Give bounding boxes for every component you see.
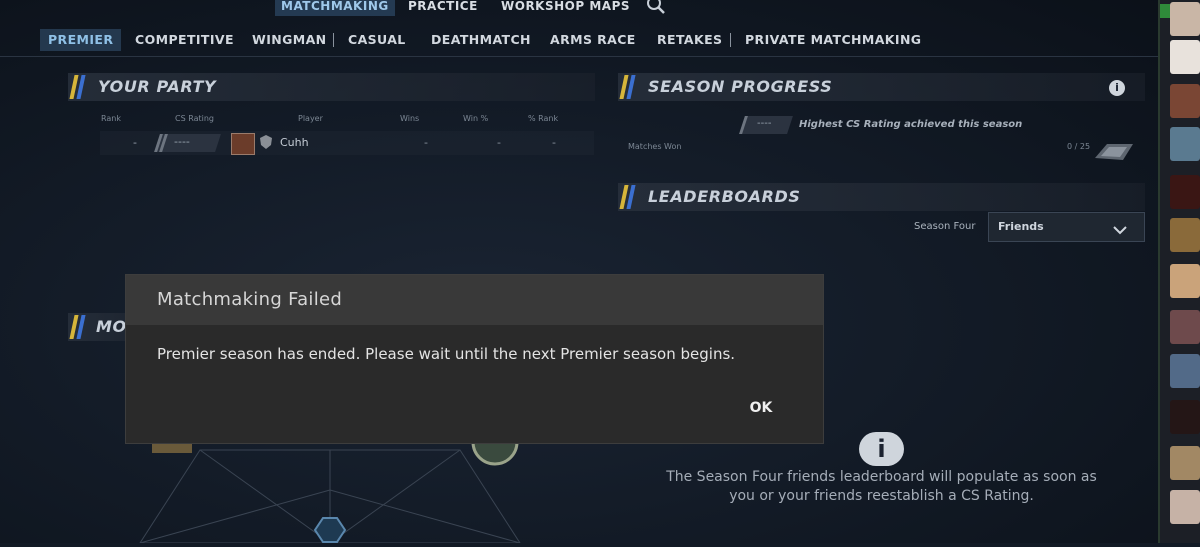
chevron-down-icon bbox=[1112, 221, 1128, 235]
avatar[interactable] bbox=[1170, 127, 1200, 161]
party-header: YOUR PARTY bbox=[68, 73, 595, 101]
info-line-1: The Season Four friends leaderboard will… bbox=[666, 469, 1097, 485]
col-player: Player bbox=[298, 114, 323, 123]
tab-casual[interactable]: CASUAL bbox=[348, 29, 406, 51]
tab-retakes[interactable]: RETAKES bbox=[657, 29, 722, 51]
avatar[interactable] bbox=[1170, 84, 1200, 118]
avatar[interactable] bbox=[1170, 175, 1200, 209]
dialog-header: Matchmaking Failed bbox=[126, 275, 823, 325]
rank-emblem-icon bbox=[259, 134, 273, 150]
tab-matchmaking[interactable]: MATCHMAKING bbox=[275, 0, 395, 16]
tab-competitive[interactable]: COMPETITIVE bbox=[135, 29, 234, 51]
party-win-pct: - bbox=[497, 136, 501, 149]
tab-arms-race[interactable]: ARMS RACE bbox=[550, 29, 636, 51]
info-icon: i bbox=[859, 432, 904, 466]
matches-won-label: Matches Won bbox=[628, 142, 682, 151]
maps-title: MO bbox=[96, 317, 127, 336]
avatar[interactable] bbox=[1170, 446, 1200, 480]
avatar[interactable] bbox=[1170, 264, 1200, 298]
player-name: Cuhh bbox=[280, 136, 309, 149]
divider bbox=[0, 56, 1160, 57]
avatar[interactable] bbox=[1170, 40, 1200, 74]
info-icon[interactable]: i bbox=[1109, 80, 1125, 96]
avatar[interactable] bbox=[1170, 490, 1200, 524]
info-line-2: you or your friends reestablish a CS Rat… bbox=[729, 488, 1034, 504]
season-header: SEASON PROGRESS i bbox=[618, 73, 1145, 101]
tab-practice[interactable]: PRACTICE bbox=[408, 0, 478, 16]
ok-button[interactable]: OK bbox=[731, 393, 791, 423]
divider bbox=[333, 33, 334, 47]
premier-emblem-icon bbox=[1093, 138, 1137, 166]
leaderboards-header: LEADERBOARDS bbox=[618, 183, 1145, 211]
party-title: YOUR PARTY bbox=[98, 77, 217, 96]
dialog-message: Premier season has ended. Please wait un… bbox=[157, 345, 736, 363]
tab-wingman[interactable]: WINGMAN bbox=[252, 29, 327, 51]
map-radar-chart bbox=[130, 418, 600, 544]
leaderboards-title: LEADERBOARDS bbox=[648, 187, 801, 206]
avatar[interactable] bbox=[1170, 2, 1200, 36]
avatar[interactable] bbox=[231, 133, 255, 155]
col-wins: Wins bbox=[400, 114, 420, 123]
status-indicator bbox=[1160, 4, 1170, 18]
leaderboard-empty-message: The Season Four friends leaderboard will… bbox=[618, 468, 1145, 506]
matchmaking-failed-dialog: Matchmaking Failed Premier season has en… bbox=[125, 274, 824, 444]
search-icon[interactable] bbox=[645, 0, 667, 14]
season-label: Season Four bbox=[914, 221, 976, 232]
avatar[interactable] bbox=[1170, 400, 1200, 434]
season-rating-value: ---- bbox=[757, 118, 772, 129]
avatar[interactable] bbox=[1170, 354, 1200, 388]
friends-strip bbox=[1160, 0, 1200, 543]
party-wins: - bbox=[424, 136, 428, 149]
leaderboard-dropdown[interactable]: Friends bbox=[988, 212, 1145, 242]
col-cs-rating: CS Rating bbox=[175, 114, 214, 123]
tab-deathmatch[interactable]: DEATHMATCH bbox=[431, 29, 531, 51]
tab-workshop-maps[interactable]: WORKSHOP MAPS bbox=[501, 0, 630, 16]
highest-rating-label: Highest CS Rating achieved this season bbox=[799, 119, 1023, 130]
col-pct-rank: % Rank bbox=[528, 114, 559, 123]
top-nav: MATCHMAKING PRACTICE WORKSHOP MAPS bbox=[0, 0, 1160, 20]
divider bbox=[730, 33, 731, 47]
tab-premier[interactable]: PREMIER bbox=[40, 29, 122, 51]
party-pct-rank: - bbox=[552, 136, 556, 149]
col-win-pct: Win % bbox=[463, 114, 489, 123]
dropdown-value: Friends bbox=[998, 220, 1044, 233]
party-rank: - bbox=[133, 136, 137, 149]
matches-won-value: 0 / 25 bbox=[1067, 142, 1091, 151]
avatar[interactable] bbox=[1170, 310, 1200, 344]
avatar[interactable] bbox=[1170, 218, 1200, 252]
mode-tabs: PREMIER COMPETITIVE WINGMAN CASUAL DEATH… bbox=[0, 29, 1160, 51]
dialog-title: Matchmaking Failed bbox=[157, 289, 343, 310]
col-rank: Rank bbox=[101, 114, 121, 123]
season-title: SEASON PROGRESS bbox=[648, 77, 833, 96]
tab-private-matchmaking[interactable]: PRIVATE MATCHMAKING bbox=[745, 29, 921, 51]
party-rating: ---- bbox=[174, 135, 190, 148]
